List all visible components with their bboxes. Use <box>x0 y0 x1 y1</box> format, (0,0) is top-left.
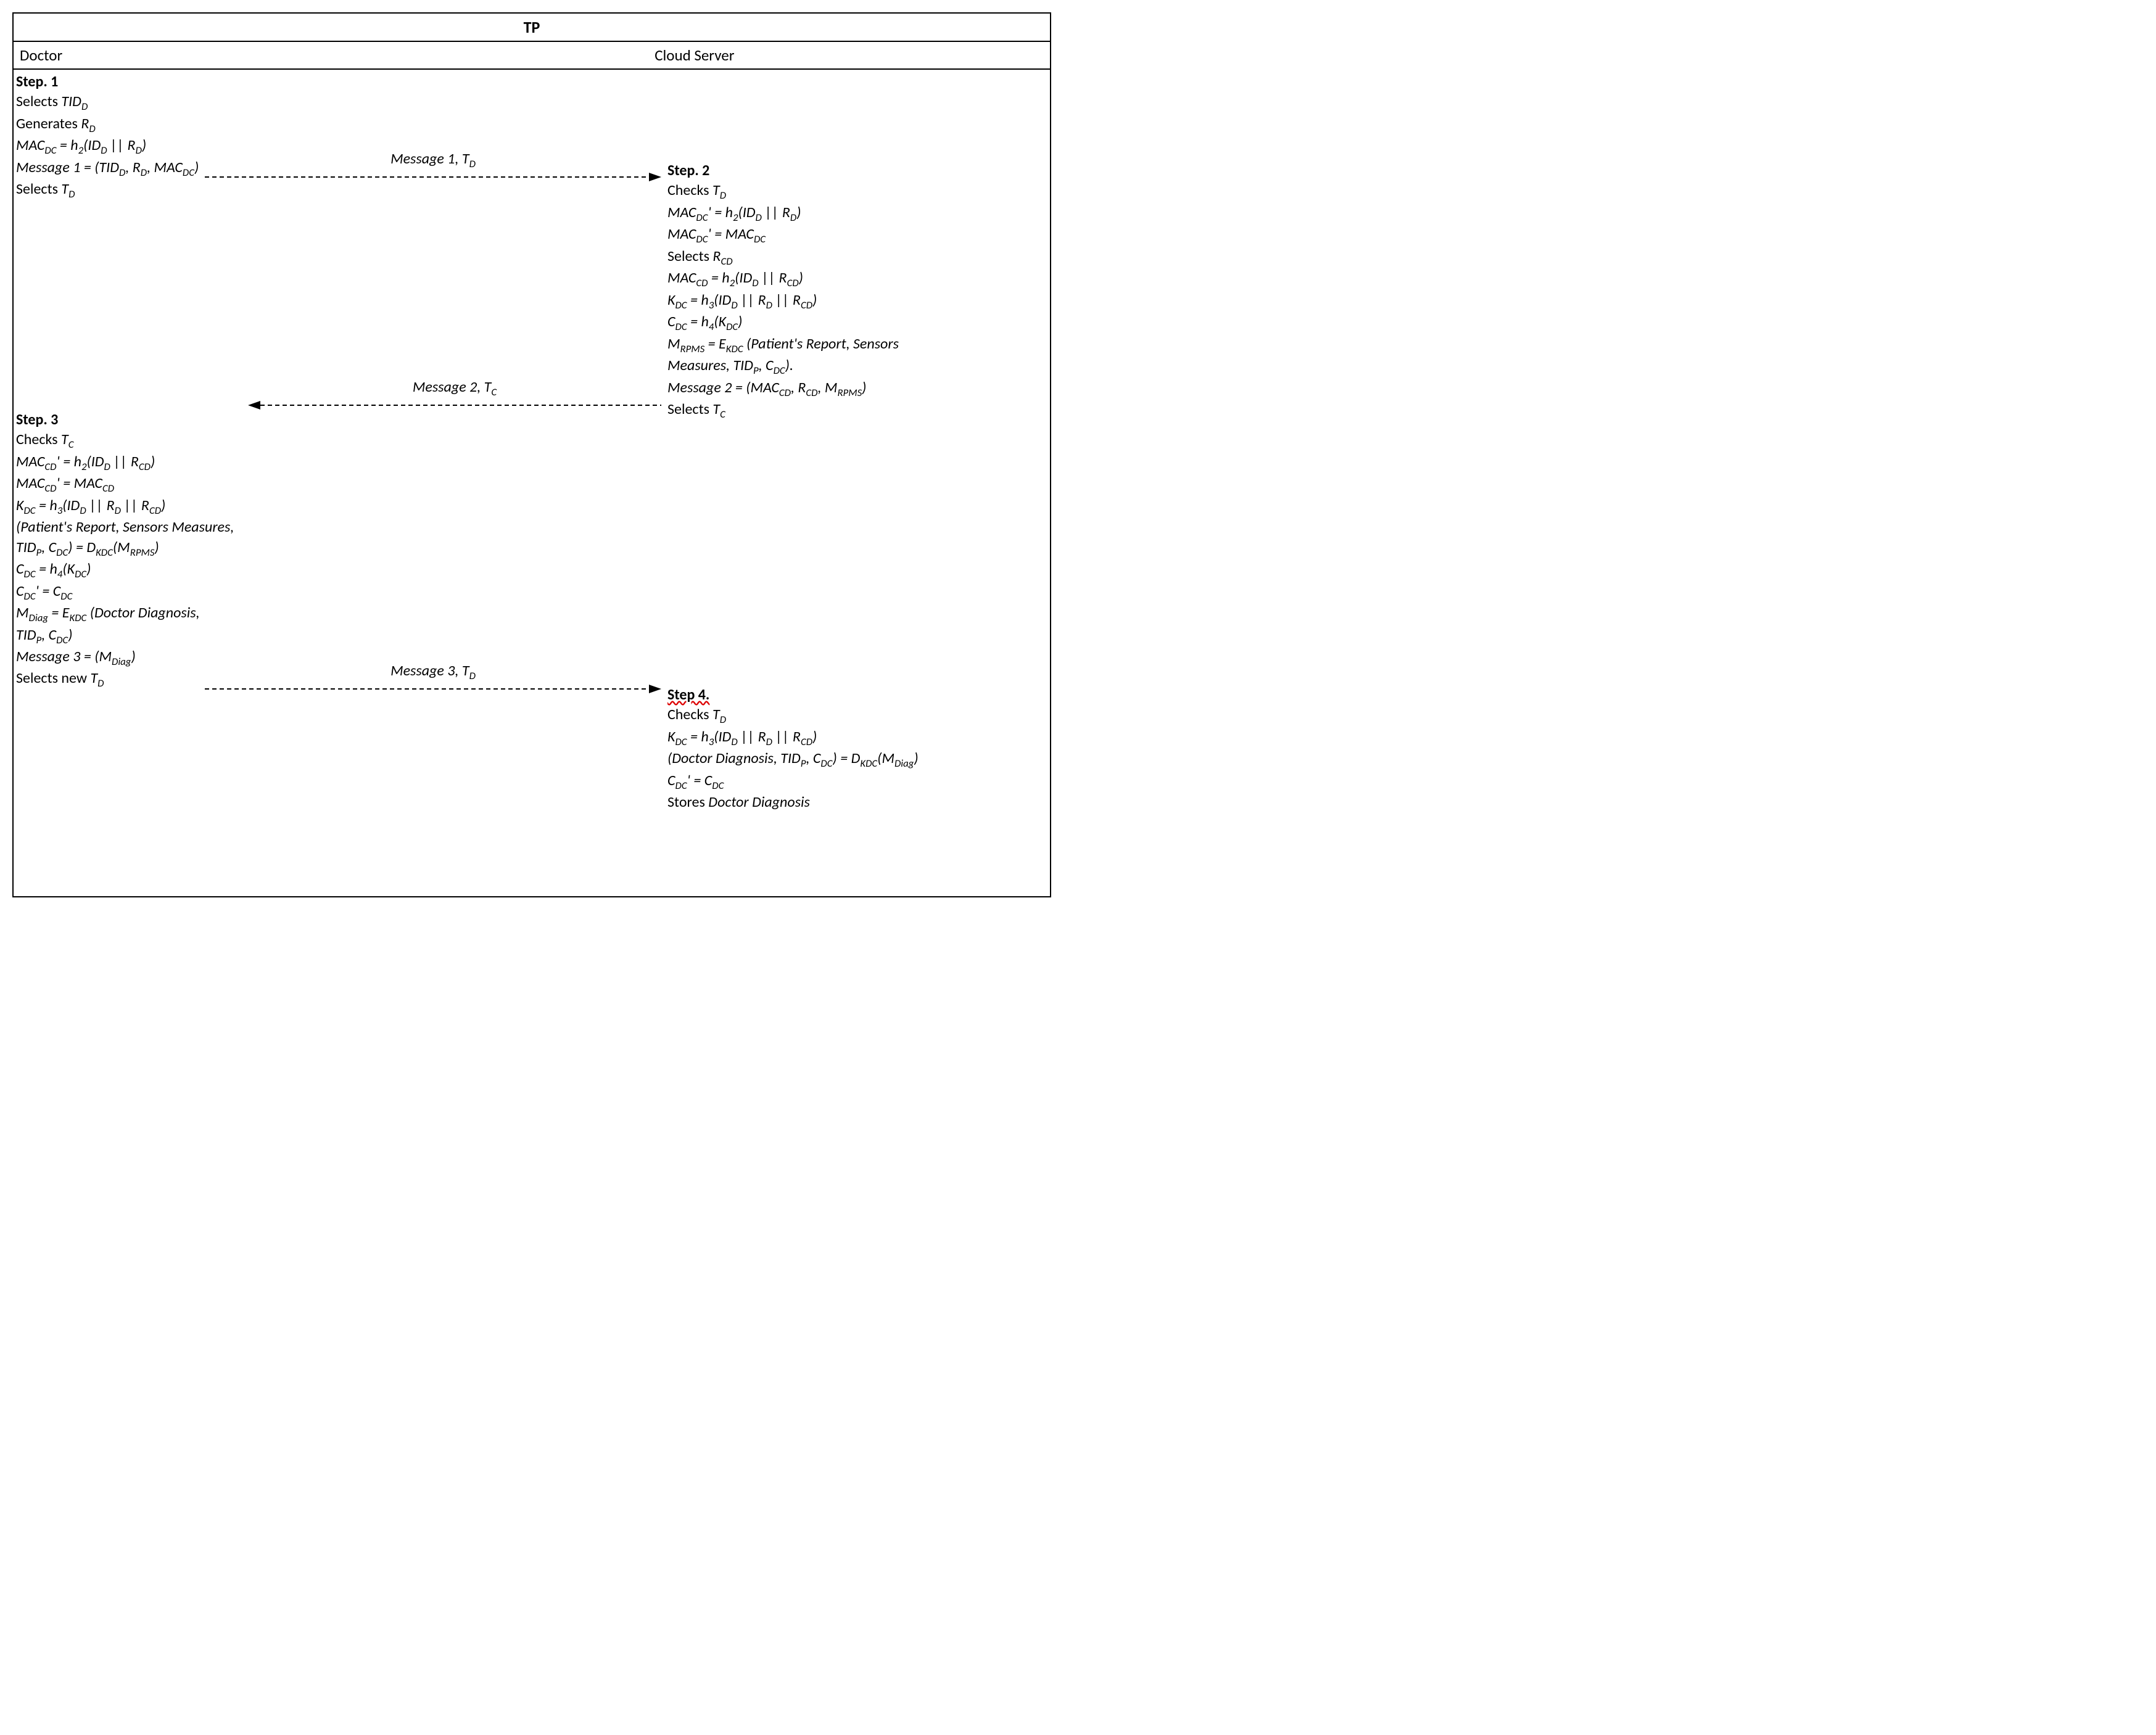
step-2-line: MRPMS = EKDC (Patient's Report, Sensors <box>667 334 1031 356</box>
step-3-line: MDiag = EKDC (Doctor Diagnosis, <box>16 603 337 625</box>
step-4-line: CDC' = CDC <box>667 771 1031 793</box>
step-4-line: (Doctor Diagnosis, TIDP, CDC) = DKDC(MDi… <box>667 749 1031 770</box>
step-4-line: Stores Doctor Diagnosis <box>667 793 1031 812</box>
step-3: Step. 3 Checks TC MACCD' = h2(IDD || RCD… <box>16 410 337 691</box>
step-3-line: MACCD' = MACCD <box>16 474 337 495</box>
step-2: Step. 2 Checks TD MACDC' = h2(IDD || RD)… <box>667 161 1031 422</box>
step-2-line: MACDC' = MACDC <box>667 225 1031 246</box>
step-3-line: TIDP, CDC) = DKDC(MRPMS) <box>16 538 337 559</box>
step-2-line: Checks TD <box>667 181 1031 202</box>
step-4: Step 4. Checks TD KDC = h3(IDD || RD || … <box>667 685 1031 813</box>
header-cloud-server: Cloud Server <box>655 46 1044 65</box>
step-3-line: TIDP, CDC) <box>16 625 337 647</box>
step-3-line: Checks TC <box>16 430 337 451</box>
step-2-line: Selects TC <box>667 400 1031 421</box>
step-3-line: KDC = h3(IDD || RD || RCD) <box>16 496 337 517</box>
step-2-line: Message 2 = (MACCD, RCD, MRPMS) <box>667 378 1031 400</box>
arrow-3-label: Message 3, TD <box>205 662 661 682</box>
step-1-line: Selects TIDD <box>16 92 337 113</box>
step-2-line: KDC = h3(IDD || RD || RCD) <box>667 291 1031 312</box>
arrow-left-icon <box>248 400 661 411</box>
arrow-1-label: Message 1, TD <box>205 150 661 170</box>
step-3-title: Step. 3 <box>16 410 337 430</box>
step-4-line: KDC = h3(IDD || RD || RCD) <box>667 727 1031 749</box>
step-2-line: MACDC' = h2(IDD || RD) <box>667 203 1031 225</box>
arrow-2-label: Message 2, TC <box>248 378 661 398</box>
step-3-line: CDC' = CDC <box>16 582 337 603</box>
arrow-right-icon <box>205 683 661 694</box>
arrow-message-3: Message 3, TD <box>205 662 661 694</box>
header-doctor: Doctor <box>20 46 655 65</box>
diagram-title: TP <box>14 14 1050 42</box>
step-2-line: CDC = h4(KDC) <box>667 312 1031 334</box>
step-2-line: MACCD = h2(IDD || RCD) <box>667 268 1031 290</box>
step-3-line: MACCD' = h2(IDD || RCD) <box>16 452 337 474</box>
step-1-title: Step. 1 <box>16 72 337 92</box>
diagram-body: Step. 1 Selects TIDD Generates RD MACDC … <box>14 70 1050 896</box>
protocol-diagram: TP Doctor Cloud Server Step. 1 Selects T… <box>12 12 1051 897</box>
step-1-line: Generates RD <box>16 114 337 136</box>
arrow-message-2: Message 2, TC <box>248 378 661 411</box>
arrow-right-icon <box>205 171 661 183</box>
step-2-title: Step. 2 <box>667 161 1031 181</box>
step-4-title: Step 4. <box>667 685 1031 705</box>
step-4-line: Checks TD <box>667 705 1031 727</box>
column-headers: Doctor Cloud Server <box>14 42 1050 70</box>
step-1-line: Selects TD <box>16 179 337 201</box>
step-3-line: CDC = h4(KDC) <box>16 559 337 581</box>
step-3-line: (Patient's Report, Sensors Measures, <box>16 517 337 537</box>
arrow-message-1: Message 1, TD <box>205 150 661 183</box>
step-2-line: Selects RCD <box>667 247 1031 268</box>
step-2-line: Measures, TIDP, CDC). <box>667 356 1031 377</box>
